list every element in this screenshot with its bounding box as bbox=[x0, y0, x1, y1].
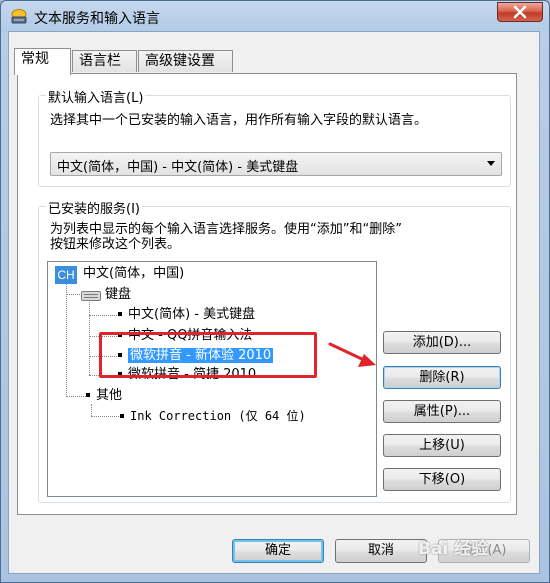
tab-general[interactable]: 常规 bbox=[14, 48, 71, 75]
keyboard-item-label: 中文(简体) - 美式键盘 bbox=[128, 307, 256, 322]
tree-line bbox=[89, 356, 117, 357]
tab-language-bar-label: 语言栏 bbox=[79, 53, 121, 69]
tree-node-keyboard-item-selected[interactable]: 微软拼音 - 新体验 2010 bbox=[118, 347, 274, 365]
services-tree[interactable]: CH 中文(简体，中国) 键盘 中文(简体) - 美式键盘 中文 - QQ拼音输… bbox=[47, 261, 377, 497]
tree-line bbox=[89, 315, 117, 316]
bullet-icon bbox=[120, 413, 124, 418]
close-button[interactable] bbox=[497, 2, 543, 22]
bullet-icon bbox=[118, 371, 122, 376]
tree-line bbox=[89, 375, 117, 376]
tree-line bbox=[66, 284, 67, 397]
tree-line bbox=[89, 336, 117, 337]
tree-line bbox=[66, 294, 80, 295]
default-language-selected-value: 中文(简体，中国) - 中文(简体) - 美式键盘 bbox=[57, 160, 299, 175]
text-services-icon bbox=[11, 9, 27, 24]
tree-node-other-item[interactable]: Ink Correction (仅 64 位) bbox=[120, 407, 306, 425]
default-language-group-label: 默认输入语言(L) bbox=[46, 87, 146, 106]
tree-line bbox=[91, 404, 92, 416]
tree-node-keyboard-item[interactable]: 微软拼音 - 简捷 2010 bbox=[118, 366, 256, 384]
other-item-label: Ink Correction (仅 64 位) bbox=[130, 409, 306, 423]
dropdown-arrow-icon[interactable] bbox=[487, 161, 495, 166]
chinese-language-badge-icon: CH bbox=[55, 266, 77, 284]
tab-advanced-key-settings-label: 高级键设置 bbox=[145, 53, 215, 69]
bullet-icon bbox=[118, 332, 122, 337]
tree-node-language[interactable]: 中文(简体，中国) bbox=[83, 265, 184, 283]
tab-language-bar[interactable]: 语言栏 bbox=[72, 50, 137, 72]
keyboard-item-label: 中文 - QQ拼音输入法 bbox=[128, 328, 253, 343]
keyboard-item-label: 微软拼音 - 新体验 2010 bbox=[128, 348, 274, 363]
bullet-icon bbox=[118, 352, 122, 357]
window-title: 文本服务和输入语言 bbox=[34, 11, 160, 27]
tree-node-keyboard-group[interactable]: 键盘 bbox=[105, 286, 131, 304]
tree-node-keyboard-item[interactable]: 中文(简体) - 美式键盘 bbox=[118, 306, 255, 324]
default-language-dropdown[interactable]: 中文(简体，中国) - 中文(简体) - 美式键盘 bbox=[50, 152, 502, 176]
ok-button[interactable]: 确定 bbox=[232, 539, 324, 563]
cancel-button[interactable]: 取消 bbox=[335, 539, 427, 563]
other-group-label: 其他 bbox=[96, 388, 123, 403]
bullet-icon bbox=[118, 311, 122, 316]
move-down-button[interactable]: 下移(O) bbox=[383, 468, 501, 491]
tree-line bbox=[91, 416, 119, 417]
bullet-icon bbox=[86, 392, 90, 397]
add-button[interactable]: 添加(D)... bbox=[383, 331, 501, 354]
keyboard-item-label: 微软拼音 - 简捷 2010 bbox=[128, 367, 257, 382]
tree-node-keyboard-item[interactable]: 中文 - QQ拼音输入法 bbox=[118, 327, 252, 345]
tab-advanced-key-settings[interactable]: 高级键设置 bbox=[138, 50, 233, 72]
watermark: Bai 经验 bbox=[418, 539, 489, 559]
remove-button[interactable]: 删除(R) bbox=[383, 366, 501, 389]
tree-node-other-group[interactable]: 其他 bbox=[86, 387, 122, 405]
move-up-button[interactable]: 上移(U) bbox=[383, 434, 501, 457]
tab-general-label: 常规 bbox=[21, 51, 49, 67]
installed-services-group-label: 已安装的服务(I) bbox=[46, 198, 142, 217]
tree-line bbox=[89, 302, 90, 375]
installed-services-description-line2: 按钮来修改这个列表。 bbox=[50, 237, 181, 252]
red-arrow-icon bbox=[328, 342, 376, 367]
keyboard-icon bbox=[81, 291, 101, 301]
tree-line bbox=[66, 396, 86, 397]
default-language-description: 选择其中一个已安装的输入语言，用作所有输入字段的默认语言。 bbox=[50, 113, 428, 128]
properties-button[interactable]: 属性(P)... bbox=[383, 400, 501, 423]
close-icon bbox=[513, 5, 527, 19]
title-bar[interactable]: 文本服务和输入语言 bbox=[1, 1, 549, 32]
